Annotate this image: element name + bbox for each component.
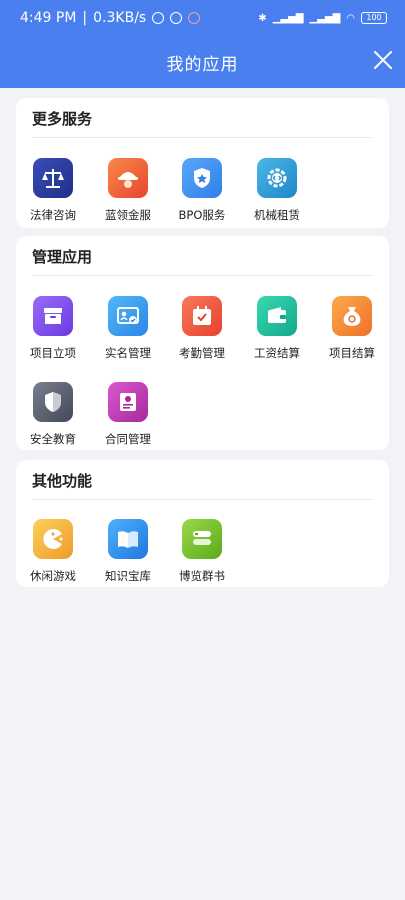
pacman-icon [33, 519, 73, 559]
bluetooth-icon: ✱ [258, 12, 267, 24]
app-bpo-service[interactable]: BPO服务 [166, 158, 238, 223]
status-bar: 4:49 PM | 0.3KB/s ✱ ▁▃▅▇ ▁▃▅▇ ◠ 100 [0, 0, 405, 36]
signal-icon: ▁▃▅▇ [272, 12, 304, 24]
app-attendance-management[interactable]: 考勤管理 [166, 296, 238, 361]
scales-icon [33, 158, 73, 198]
app-wage-settlement[interactable]: 工资结算 [241, 296, 313, 361]
page-title: 我的应用 [166, 54, 239, 75]
money-bag-icon [332, 296, 372, 336]
app-knowledge-base[interactable]: 知识宝库 [92, 519, 164, 584]
section-title: 其他功能 [32, 472, 93, 490]
wallet-icon [257, 296, 297, 336]
close-button[interactable] [371, 48, 395, 72]
wifi-icon: ◠ [346, 12, 355, 24]
section-other-features: 其他功能 休闲游戏 知识宝库 博览群书 [16, 460, 389, 587]
app-project-settlement[interactable]: 项目结算 [316, 296, 388, 361]
section-title: 更多服务 [32, 110, 93, 128]
book-stack-icon [182, 519, 222, 559]
notification-icon [152, 12, 165, 24]
certificate-icon [108, 382, 148, 422]
shield-star-icon [182, 158, 222, 198]
section-divider [32, 275, 373, 276]
app-badge-icon [188, 12, 201, 24]
emoji-icon [170, 12, 183, 24]
section-management-apps: 管理应用 项目立项 实名管理 考勤管理 工资结算 项目结算 安全教育 合同管理 [16, 236, 389, 450]
gear-code-icon [257, 158, 297, 198]
status-network-speed: 0.3KB/s [93, 10, 147, 26]
status-time: 4:49 PM [20, 10, 77, 26]
app-realname-management[interactable]: 实名管理 [92, 296, 164, 361]
close-icon [374, 51, 392, 69]
section-more-services: 更多服务 法律咨询 蓝领金服 BPO服务 机械租赁 [16, 98, 389, 228]
worker-helmet-icon [108, 158, 148, 198]
app-contract-management[interactable]: 合同管理 [92, 382, 164, 447]
archive-box-icon [33, 296, 73, 336]
app-machinery-rental[interactable]: 机械租赁 [241, 158, 313, 223]
signal-icon-2: ▁▃▅▇ [309, 12, 341, 24]
app-project-setup[interactable]: 项目立项 [17, 296, 89, 361]
section-divider [32, 499, 373, 500]
app-legal-consult[interactable]: 法律咨询 [17, 158, 89, 223]
section-divider [32, 137, 373, 138]
app-header: 4:49 PM | 0.3KB/s ✱ ▁▃▅▇ ▁▃▅▇ ◠ 100 我的应用 [0, 0, 405, 88]
shield-icon [33, 382, 73, 422]
open-book-icon [108, 519, 148, 559]
app-casual-games[interactable]: 休闲游戏 [17, 519, 89, 584]
calendar-check-icon [182, 296, 222, 336]
battery-icon: 100 [361, 12, 387, 24]
app-safety-education[interactable]: 安全教育 [17, 382, 89, 447]
app-bluecollar-finance[interactable]: 蓝领金服 [92, 158, 164, 223]
section-title: 管理应用 [32, 248, 93, 266]
id-card-check-icon [108, 296, 148, 336]
app-reading-library[interactable]: 博览群书 [166, 519, 238, 584]
